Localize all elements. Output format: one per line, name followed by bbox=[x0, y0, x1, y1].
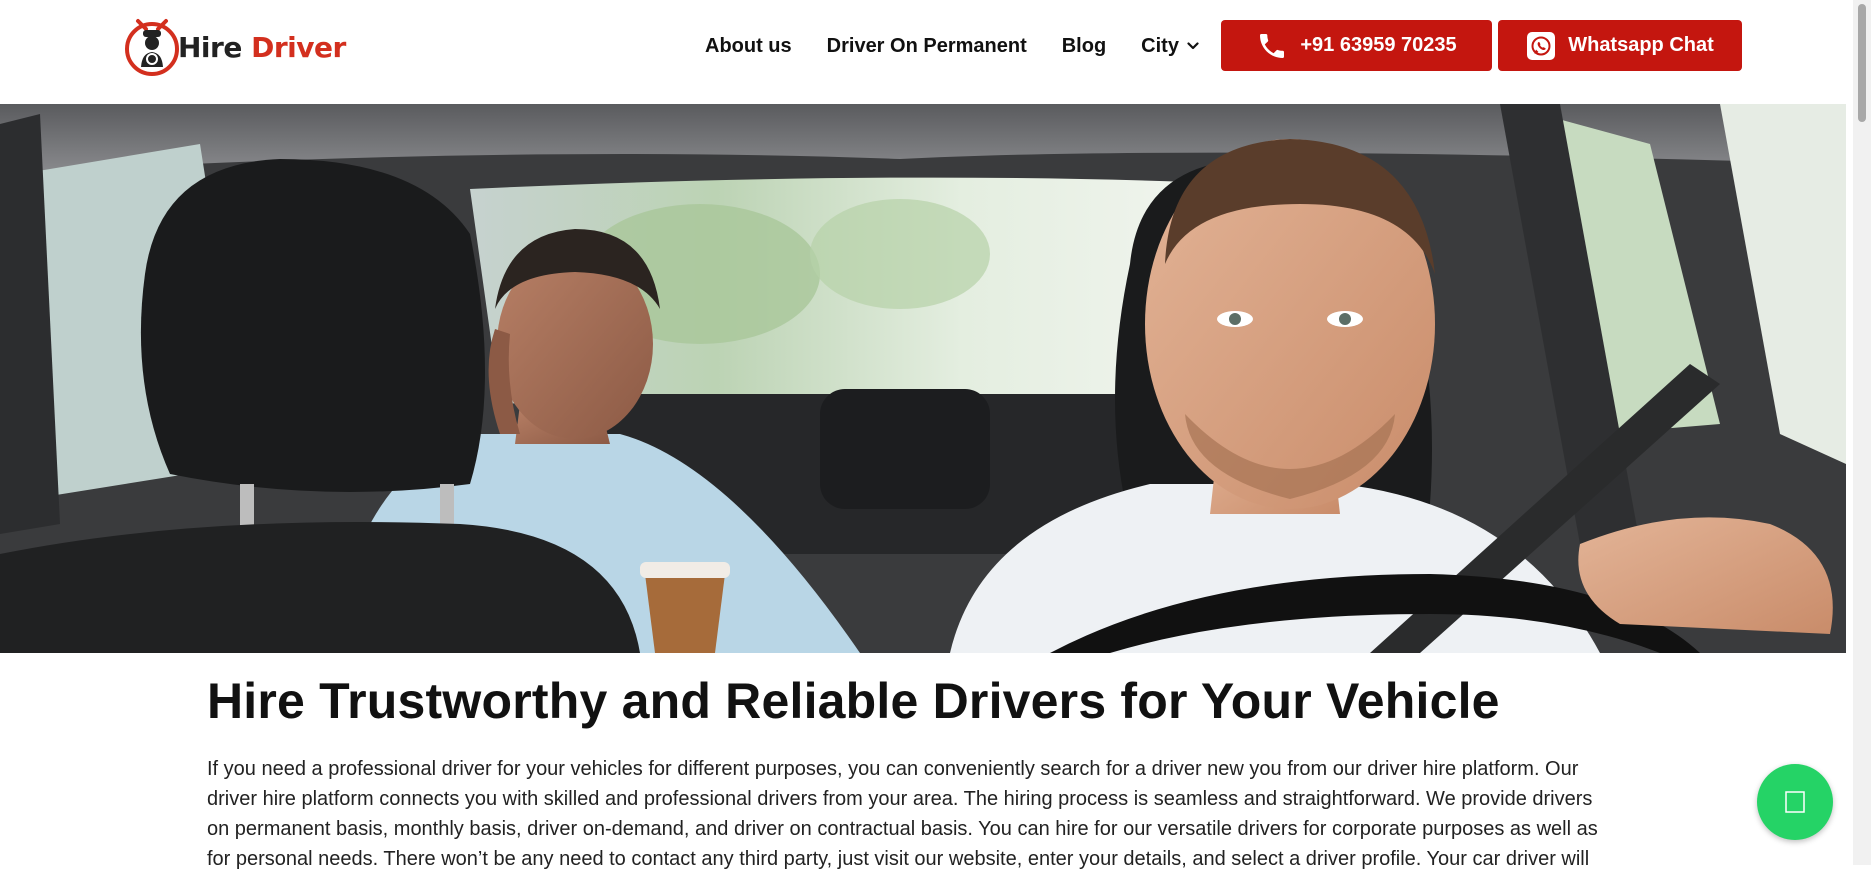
site-header: Hire Driver About us Driver On Permanent… bbox=[0, 0, 1853, 104]
logo-badge-icon bbox=[124, 15, 180, 77]
main-nav: About us Driver On Permanent Blog City bbox=[705, 28, 1199, 64]
floating-chat-button[interactable] bbox=[1757, 764, 1833, 840]
chat-icon bbox=[1785, 791, 1805, 813]
intro-paragraph: If you need a professional driver for yo… bbox=[207, 758, 1598, 870]
whatsapp-icon bbox=[1527, 31, 1556, 60]
call-phone-label: +91 63959 70235 bbox=[1300, 34, 1457, 56]
nav-city-label: City bbox=[1141, 34, 1179, 57]
whatsapp-chat-label: Whatsapp Chat bbox=[1568, 34, 1714, 56]
site-logo[interactable]: Hire Driver bbox=[124, 15, 346, 77]
nav-about-us[interactable]: About us bbox=[705, 35, 792, 58]
nav-driver-on-permanent[interactable]: Driver On Permanent bbox=[827, 35, 1027, 58]
hero-image bbox=[0, 104, 1846, 653]
logo-text: Hire Driver bbox=[178, 31, 346, 64]
page-title: Hire Trustworthy and Reliable Drivers fo… bbox=[207, 673, 1500, 729]
logo-word-driver: Driver bbox=[251, 30, 346, 64]
nav-city-dropdown[interactable]: City bbox=[1141, 35, 1199, 58]
chevron-down-icon bbox=[1187, 42, 1199, 50]
phone-icon bbox=[1260, 33, 1285, 58]
call-phone-button[interactable]: +91 63959 70235 bbox=[1221, 20, 1492, 71]
logo-word-hire: Hire bbox=[178, 30, 242, 64]
nav-blog[interactable]: Blog bbox=[1062, 35, 1106, 58]
page-scrollbar[interactable] bbox=[1853, 0, 1871, 865]
whatsapp-chat-button[interactable]: Whatsapp Chat bbox=[1498, 20, 1742, 71]
scrollbar-thumb[interactable] bbox=[1858, 4, 1866, 122]
